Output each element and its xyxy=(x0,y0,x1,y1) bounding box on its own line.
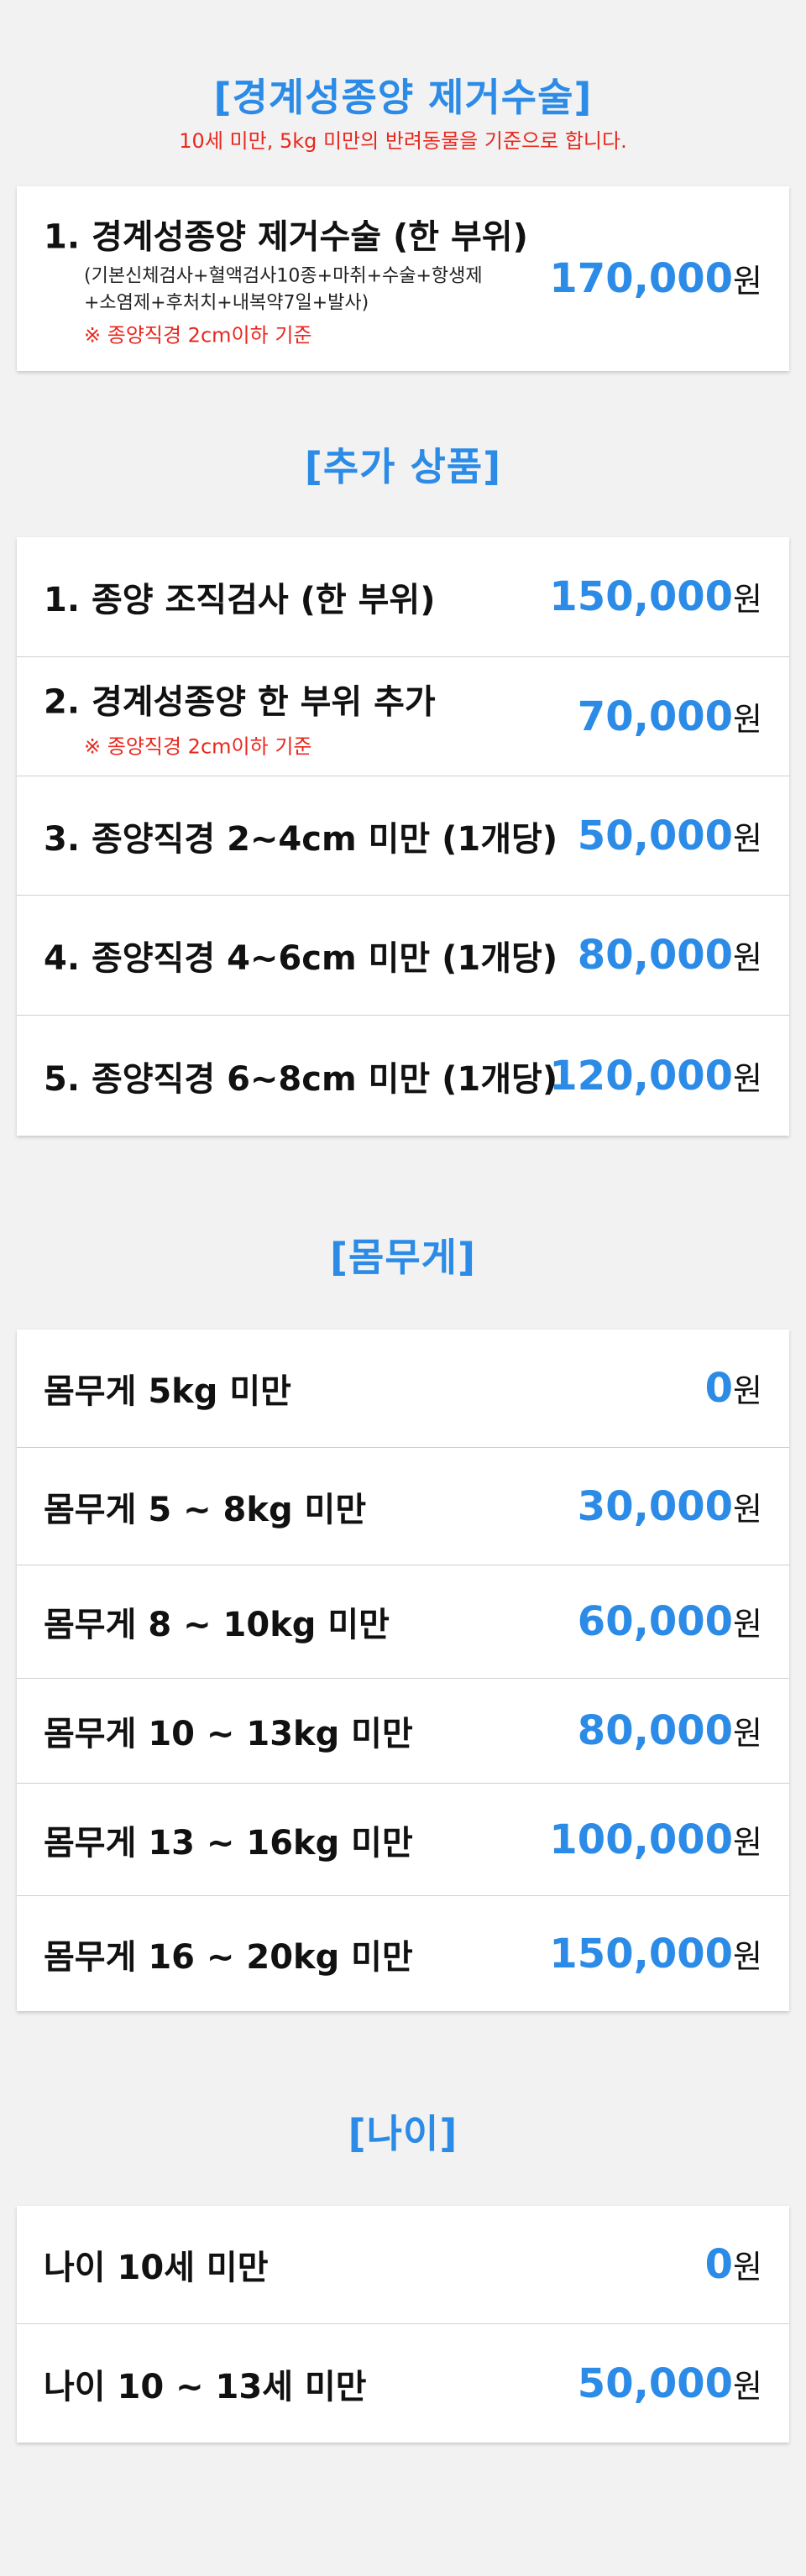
weight-price-card: 몸무게 5kg 미만 0원 몸무게 5 ~ 8kg 미만 30,000원 몸무게… xyxy=(17,1330,789,2011)
item-label: 몸무게 13 ~ 16kg 미만 xyxy=(44,1823,413,1863)
age-section-title: [나이] xyxy=(348,2111,458,2156)
list-item: 몸무게 5kg 미만 0원 xyxy=(17,1330,789,1447)
price-value: 30,000 xyxy=(577,1482,734,1530)
price-value: 50,000 xyxy=(577,2359,734,2407)
item-price: 150,000원 xyxy=(549,1931,762,1978)
item-price: 100,000원 xyxy=(549,1816,762,1863)
item-price: 80,000원 xyxy=(578,932,762,979)
price-value: 120,000 xyxy=(549,1052,734,1100)
weight-section-title: [몸무게] xyxy=(329,1235,476,1280)
item-price: 30,000원 xyxy=(578,1483,762,1530)
price-unit: 원 xyxy=(733,819,762,857)
price-value: 80,000 xyxy=(577,932,734,979)
price-unit: 원 xyxy=(733,1490,762,1528)
price-value: 50,000 xyxy=(577,812,734,860)
price-unit: 원 xyxy=(733,1059,762,1097)
item-price: 0원 xyxy=(705,1365,762,1412)
main-surgery-detail-line1: (기본신체검사+혈액검사10종+마취+수술+항생제 xyxy=(84,265,483,287)
main-section-subtitle: 10세 미만, 5kg 미만의 반려동물을 기준으로 합니다. xyxy=(179,129,627,153)
main-price-card: 1. 경계성종양 제거수술 (한 부위) (기본신체검사+혈액검사10종+마취+… xyxy=(17,186,789,371)
item-label: 나이 10세 미만 xyxy=(44,2249,269,2287)
item-label: 나이 10 ~ 13세 미만 xyxy=(44,2367,367,2406)
list-item: 몸무게 5 ~ 8kg 미만 30,000원 xyxy=(17,1447,789,1565)
list-item: 5. 종양직경 6~8cm 미만 (1개당) 120,000원 xyxy=(17,1015,789,1136)
list-item: 몸무게 16 ~ 20kg 미만 150,000원 xyxy=(17,1895,789,2011)
main-surgery-row: 1. 경계성종양 제거수술 (한 부위) (기본신체검사+혈액검사10종+마취+… xyxy=(17,186,789,371)
price-value: 0 xyxy=(704,2241,734,2288)
item-label: 몸무게 8 ~ 10kg 미만 xyxy=(44,1606,390,1644)
price-unit: 원 xyxy=(733,1823,762,1861)
additional-section-title: [추가 상품] xyxy=(304,444,502,489)
item-price: 60,000원 xyxy=(578,1598,762,1645)
list-item: 몸무게 13 ~ 16kg 미만 100,000원 xyxy=(17,1783,789,1895)
item-price: 0원 xyxy=(705,2241,762,2288)
price-value: 0 xyxy=(704,1365,734,1412)
list-item: 나이 10세 미만 0원 xyxy=(17,2206,789,2323)
price-value: 100,000 xyxy=(549,1816,734,1863)
item-price: 80,000원 xyxy=(578,1707,762,1754)
price-unit: 원 xyxy=(733,1606,762,1643)
price-value: 150,000 xyxy=(549,573,734,620)
main-section-title: [경계성종양 제거수술] xyxy=(213,75,593,120)
additional-price-card: 1. 종양 조직검사 (한 부위) 150,000원 2. 경계성종양 한 부위… xyxy=(17,537,789,1136)
main-surgery-detail-line2: +소염제+후처치+내복약7일+발사) xyxy=(84,292,369,314)
item-price: 50,000원 xyxy=(578,2360,762,2407)
list-item: 4. 종양직경 4~6cm 미만 (1개당) 80,000원 xyxy=(17,895,789,1015)
item-label: 몸무게 10 ~ 13kg 미만 xyxy=(44,1715,413,1753)
main-surgery-detail: (기본신체검사+혈액검사10종+마취+수술+항생제 +소염제+후처치+내복약7일… xyxy=(44,264,564,317)
item-price: 150,000원 xyxy=(549,573,762,620)
price-unit: 원 xyxy=(733,581,762,618)
price-unit: 원 xyxy=(733,1937,762,1975)
list-item: 나이 10 ~ 13세 미만 50,000원 xyxy=(17,2323,789,2443)
main-surgery-price: 170,000원 xyxy=(549,255,762,302)
item-price: 120,000원 xyxy=(549,1053,762,1100)
age-price-card: 나이 10세 미만 0원 나이 10 ~ 13세 미만 50,000원 xyxy=(17,2206,789,2443)
price-value: 60,000 xyxy=(577,1598,734,1645)
price-unit: 원 xyxy=(733,1715,762,1752)
list-item: 2. 경계성종양 한 부위 추가 ※ 종양직경 2cm이하 기준 70,000원 xyxy=(17,656,789,776)
list-item: 몸무게 8 ~ 10kg 미만 60,000원 xyxy=(17,1565,789,1678)
item-price: 70,000원 xyxy=(578,693,762,740)
price-value: 70,000 xyxy=(577,692,734,740)
item-label: 몸무게 16 ~ 20kg 미만 xyxy=(44,1937,413,1977)
price-unit: 원 xyxy=(733,700,762,738)
item-label: 5. 종양직경 6~8cm 미만 (1개당) xyxy=(44,1059,558,1099)
list-item: 1. 종양 조직검사 (한 부위) 150,000원 xyxy=(17,537,789,656)
price-unit: 원 xyxy=(733,1372,762,1409)
main-surgery-label: 1. 경계성종양 제거수술 (한 부위) xyxy=(44,217,528,257)
item-label: 1. 종양 조직검사 (한 부위) xyxy=(44,581,436,619)
main-surgery-note: ※ 종양직경 2cm이하 기준 xyxy=(84,323,312,347)
price-unit: 원 xyxy=(733,939,762,976)
item-label: 몸무게 5kg 미만 xyxy=(44,1372,291,1411)
price-value: 80,000 xyxy=(577,1707,734,1754)
price-unit: 원 xyxy=(733,2367,762,2405)
price-value: 150,000 xyxy=(549,1930,734,1978)
price-value: 170,000 xyxy=(549,255,734,302)
item-label: 몸무게 5 ~ 8kg 미만 xyxy=(44,1490,367,1529)
list-item: 몸무게 10 ~ 13kg 미만 80,000원 xyxy=(17,1678,789,1783)
item-price: 50,000원 xyxy=(578,813,762,860)
list-item: 3. 종양직경 2~4cm 미만 (1개당) 50,000원 xyxy=(17,776,789,895)
price-unit: 원 xyxy=(733,263,762,300)
item-label: 4. 종양직경 4~6cm 미만 (1개당) xyxy=(44,939,558,978)
item-label: 3. 종양직경 2~4cm 미만 (1개당) xyxy=(44,819,558,859)
price-unit: 원 xyxy=(733,2249,762,2286)
item-label: 2. 경계성종양 한 부위 추가 xyxy=(44,682,436,721)
item-note: ※ 종양직경 2cm이하 기준 xyxy=(84,734,312,758)
